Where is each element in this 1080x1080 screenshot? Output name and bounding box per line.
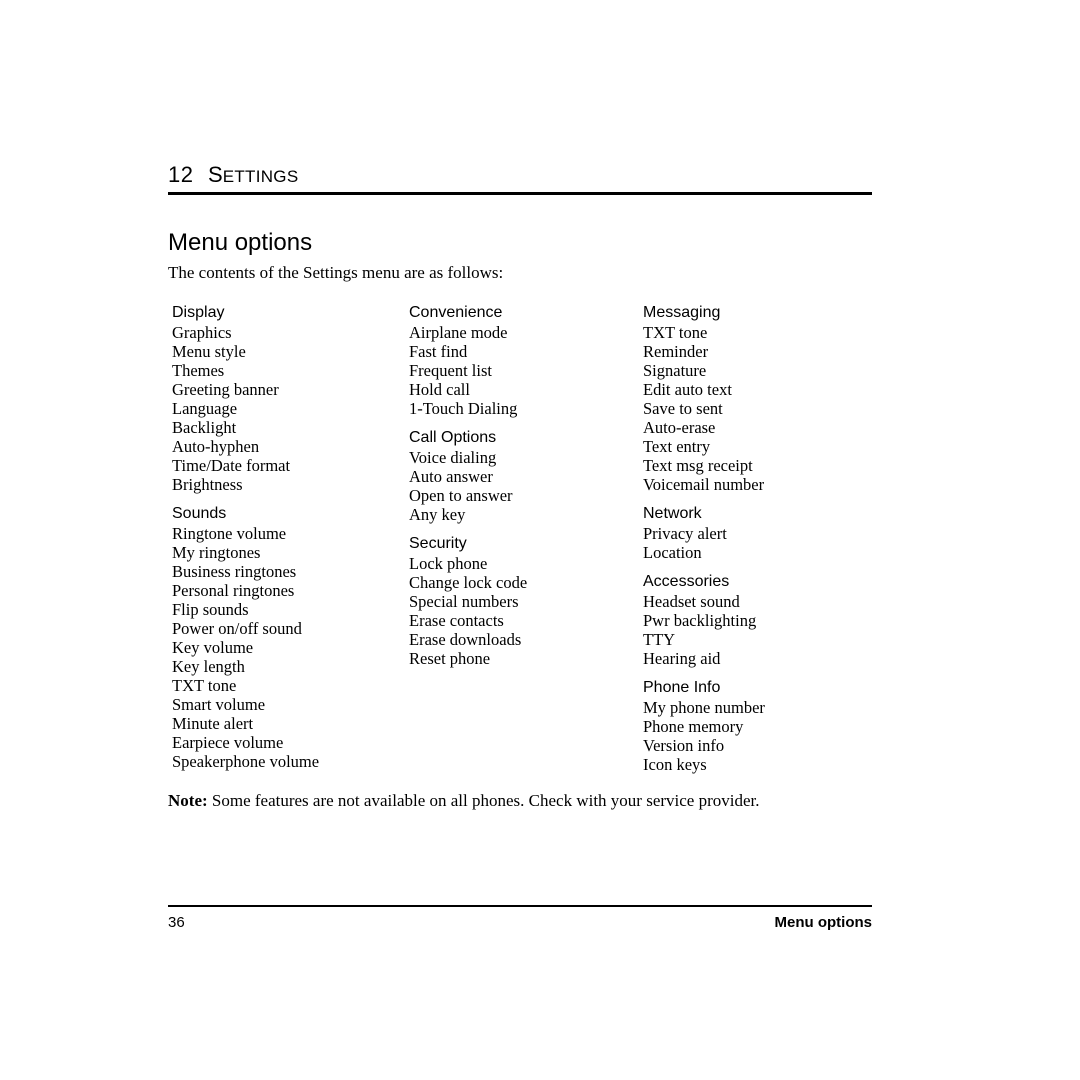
- menu-item: Time/Date format: [172, 456, 291, 475]
- menu-item: My ringtones: [172, 543, 261, 562]
- menu-item: Greeting banner: [172, 380, 279, 399]
- menu-column-2: Convenience Airplane mode Fast find Frequen…: [409, 303, 639, 668]
- menu-item: Backlight: [172, 418, 237, 437]
- menu-group-heading: Convenience: [409, 304, 503, 321]
- menu-item: Auto answer: [409, 467, 493, 486]
- menu-item: Change lock code: [409, 573, 528, 592]
- menu-item: Fast find: [409, 342, 468, 361]
- footer-section-label: Menu options: [774, 914, 873, 931]
- menu-item: Menu style: [172, 342, 246, 361]
- menu-item: Privacy alert: [643, 524, 727, 543]
- menu-group: Sounds Ringtone volume My ringtones Busines…: [172, 504, 402, 771]
- menu-group: Phone Info My phone number Phone memory Ver…: [643, 678, 883, 774]
- menu-item: Icon keys: [643, 755, 707, 774]
- menu-item: Business ringtones: [172, 562, 297, 581]
- note-text: Some features are not available on all p…: [211, 791, 760, 810]
- menu-item: Signature: [643, 361, 707, 380]
- menu-item: Themes: [172, 361, 225, 380]
- menu-item: Personal ringtones: [172, 581, 295, 600]
- menu-item: Erase contacts: [409, 611, 504, 630]
- menu-group-heading: Messaging: [643, 304, 721, 321]
- menu-group-heading: Display: [172, 304, 225, 321]
- menu-group-heading: Network: [643, 505, 702, 522]
- menu-item: Hold call: [409, 380, 470, 399]
- document-page: 12 SETTINGS Menu options The contents of …: [0, 0, 1080, 1080]
- menu-item: Flip sounds: [172, 600, 249, 619]
- page-title: Menu options: [168, 229, 313, 256]
- menu-options-columns: Display Graphics Menu style Themes Greeting …: [168, 303, 888, 783]
- menu-item: Reset phone: [409, 649, 491, 668]
- menu-item: Erase downloads: [409, 630, 522, 649]
- menu-group-heading: Security: [409, 535, 467, 552]
- menu-column-1: Display Graphics Menu style Themes Greeting …: [172, 303, 402, 771]
- chapter-number: 12: [168, 162, 194, 187]
- menu-item: Lock phone: [409, 554, 488, 573]
- note-paragraph: Note: Some features are not available on…: [168, 790, 878, 812]
- menu-item: Version info: [643, 736, 725, 755]
- menu-item: Text msg receipt: [643, 456, 753, 475]
- menu-item: Any key: [409, 505, 466, 524]
- menu-item: Earpiece volume: [172, 733, 284, 752]
- chapter-title-remainder: ETTINGS: [222, 167, 299, 186]
- menu-item: Phone memory: [643, 717, 744, 736]
- chapter-title: SETTINGS: [208, 162, 298, 190]
- menu-item: Ringtone volume: [172, 524, 287, 543]
- menu-group: Display Graphics Menu style Themes Greeting …: [172, 303, 402, 494]
- menu-item: Minute alert: [172, 714, 254, 733]
- menu-group: Messaging TXT tone Reminder Signature Edit a…: [643, 303, 883, 494]
- menu-group: Call Options Voice dialing Auto answer Open…: [409, 428, 639, 524]
- menu-item: Speakerphone volume: [172, 752, 320, 771]
- menu-item: Smart volume: [172, 695, 266, 714]
- footer-page-number: 36: [168, 914, 185, 931]
- chapter-title-first-letter: S: [208, 162, 223, 187]
- menu-group-heading: Call Options: [409, 429, 497, 446]
- menu-item: Reminder: [643, 342, 709, 361]
- intro-paragraph: The contents of the Settings menu are as…: [168, 263, 504, 282]
- menu-item: TTY: [643, 630, 676, 649]
- menu-item: Edit auto text: [643, 380, 732, 399]
- menu-group-heading: Sounds: [172, 505, 227, 522]
- menu-group: Security Lock phone Change lock code Specia…: [409, 534, 639, 668]
- menu-item: Graphics: [172, 323, 232, 342]
- menu-group-heading: Phone Info: [643, 679, 721, 696]
- menu-item: Location: [643, 543, 702, 562]
- header-divider-rule: [168, 192, 872, 195]
- menu-group-heading: Accessories: [643, 573, 730, 590]
- menu-item: Key volume: [172, 638, 254, 657]
- menu-item: Auto-erase: [643, 418, 716, 437]
- menu-item: Headset sound: [643, 592, 740, 611]
- note-label: Note:: [168, 791, 208, 810]
- menu-item: Save to sent: [643, 399, 723, 418]
- menu-item: TXT tone: [172, 676, 237, 695]
- menu-item: Voice dialing: [409, 448, 497, 467]
- chapter-running-head: 12 SETTINGS: [168, 162, 872, 190]
- menu-group: Accessories Headset sound Pwr backlighting…: [643, 572, 883, 668]
- menu-item: Key length: [172, 657, 245, 676]
- menu-column-3: Messaging TXT tone Reminder Signature Edit a…: [643, 303, 883, 774]
- menu-item: 1-Touch Dialing: [409, 399, 518, 418]
- menu-item: Hearing aid: [643, 649, 721, 668]
- footer-divider-rule: [168, 905, 872, 907]
- menu-item: Brightness: [172, 475, 243, 494]
- menu-item: Voicemail number: [643, 475, 765, 494]
- menu-item: Pwr backlighting: [643, 611, 757, 630]
- menu-item: Auto-hyphen: [172, 437, 260, 456]
- menu-item: Airplane mode: [409, 323, 508, 342]
- menu-item: Text entry: [643, 437, 711, 456]
- menu-item: Language: [172, 399, 238, 418]
- menu-group: Convenience Airplane mode Fast find Frequen…: [409, 303, 639, 418]
- menu-item: My phone number: [643, 698, 765, 717]
- menu-item: Frequent list: [409, 361, 492, 380]
- menu-item: Open to answer: [409, 486, 513, 505]
- menu-group: Network Privacy alert Location: [643, 504, 883, 562]
- menu-item: Power on/off sound: [172, 619, 302, 638]
- menu-item: TXT tone: [643, 323, 708, 342]
- menu-item: Special numbers: [409, 592, 519, 611]
